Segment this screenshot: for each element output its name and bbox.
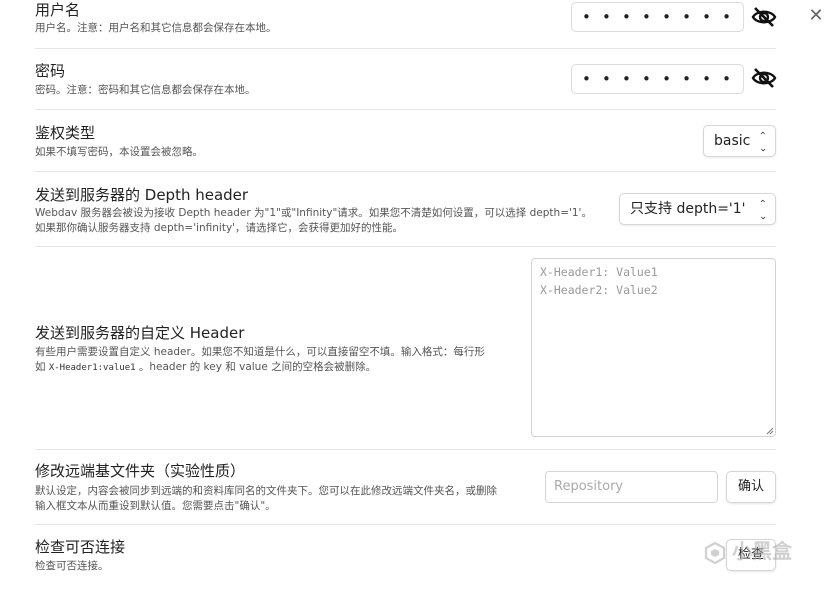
custom-header-title: 发送到服务器的自定义 Header [35,324,245,342]
watermark-logo-icon [704,541,726,565]
password-desc: 密码。注意：密码和其它信息都会保存在本地。 [35,84,256,96]
depth-header-title: 发送到服务器的 Depth header [35,186,249,204]
divider [35,48,776,49]
password-title: 密码 [35,62,66,80]
username-title: 用户名 [35,1,81,19]
check-connection-setting: 检查可否连接 检查可否连接。 [35,534,775,579]
depth-select[interactable]: 只支持 depth='1' ⌃ ⌃ [619,193,776,225]
remote-base-desc-1: 默认设定，内容会被同步到远端的和资料库同名的文件夹下。您可以在此修改远端文件夹名… [35,485,497,497]
username-input[interactable]: • • • • • • • • • • • [571,2,744,32]
check-connection-title: 检查可否连接 [35,538,126,556]
remote-base-title: 修改远端基文件夹（实验性质） [35,462,246,480]
close-icon[interactable]: ✕ [806,6,826,26]
custom-header-desc-1: 有些用户需要设置自定义 header。如果您不知道是什么，可以直接留空不填。输入… [35,346,485,358]
auth-type-title: 鉴权类型 [35,124,96,142]
remote-base-input[interactable]: Repository [545,471,718,503]
divider [35,109,776,110]
divider [35,524,776,525]
eye-slash-icon[interactable] [751,6,777,28]
auth-type-setting: 鉴权类型 如果不填写密码，本设置会被忽略。 [35,120,775,170]
auth-type-desc: 如果不填写密码，本设置会被忽略。 [35,146,203,158]
username-desc: 用户名。注意：用户名和其它信息都会保存在本地。 [35,22,277,34]
resize-handle-icon[interactable] [766,427,774,435]
chevron-updown-icon: ⌃ ⌃ [758,199,767,220]
auth-type-select[interactable]: basic ⌃ ⌃ [703,125,776,157]
divider [35,246,776,247]
auth-type-value: basic [714,133,751,149]
eye-slash-icon[interactable] [751,67,777,89]
remote-base-desc-2: 输入框文本从而重设到默认值。您需要点击"确认"。 [35,500,276,512]
depth-header-desc-2: 如果那你确认服务器支持 depth='infinity'，请选择它，会获得更加好… [35,222,404,234]
depth-header-desc-1: Webdav 服务器会被设为接收 Depth header 为"1"或"Infi… [35,207,592,219]
desc-text: 如 [35,361,49,373]
depth-value: 只支持 depth='1' [630,201,746,217]
custom-header-textarea[interactable]: X-Header1: Value1 X-Header2: Value2 [531,258,776,437]
chevron-updown-icon: ⌃ ⌃ [758,131,767,152]
watermark-text: 小黑盒 [732,539,792,563]
desc-text: 。header 的 key 和 value 之间的空格会被删除。 [135,361,377,373]
custom-header-desc-2: 如 X-Header1:value1 。header 的 key 和 value… [35,360,376,376]
confirm-button[interactable]: 确认 [726,471,776,503]
format-example-code: X-Header1:value1 [48,363,136,373]
divider [35,171,776,172]
check-connection-desc: 检查可否连接。 [35,560,109,572]
divider [35,449,776,450]
password-input[interactable]: • • • • • • • • • • • • [571,64,744,94]
